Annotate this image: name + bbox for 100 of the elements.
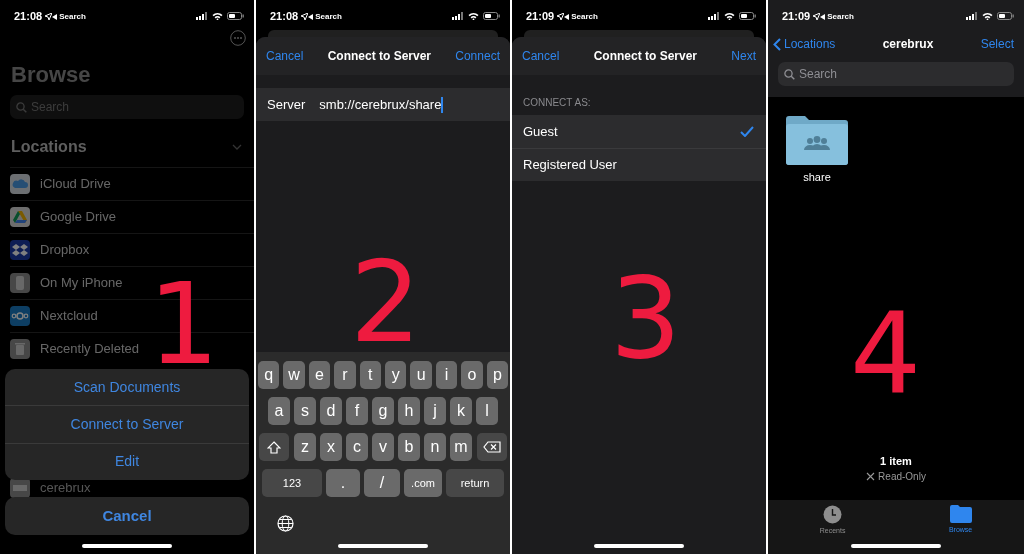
wifi-icon: [724, 12, 735, 20]
keyboard-key[interactable]: z: [294, 433, 316, 461]
keyboard-key[interactable]: o: [461, 361, 483, 389]
nextcloud-icon: [10, 306, 30, 326]
keyboard-key[interactable]: h: [398, 397, 420, 425]
action-button[interactable]: Next: [731, 47, 756, 65]
keyboard-key[interactable]: b: [398, 433, 420, 461]
action-sheet-option[interactable]: Connect to Server: [5, 405, 249, 443]
location-item[interactable]: Google Drive: [10, 200, 254, 233]
keyboard-key[interactable]: x: [320, 433, 342, 461]
keyboard-key[interactable]: l: [476, 397, 498, 425]
shift-icon: [267, 440, 281, 454]
keyboard-key[interactable]: v: [372, 433, 394, 461]
location-arrow-icon: [557, 13, 565, 20]
option-row[interactable]: Registered User: [512, 148, 766, 181]
signal-icon: [708, 12, 720, 20]
page-title: Browse: [10, 61, 92, 89]
read-only-label: Read-Only: [878, 470, 926, 484]
search-field[interactable]: Search: [778, 62, 1014, 86]
keyboard-key[interactable]: r: [334, 361, 356, 389]
keyboard-key[interactable]: u: [410, 361, 432, 389]
item-count: 1 item: [880, 453, 912, 469]
x-icon: [866, 472, 876, 481]
keyboard-key[interactable]: c: [346, 433, 368, 461]
cancel-button[interactable]: Cancel: [522, 47, 560, 65]
step-number: 4: [850, 297, 922, 409]
cloud-icon: [10, 174, 30, 194]
status-time: 21:08: [270, 10, 309, 23]
keyboard-key[interactable]: p: [486, 361, 509, 389]
trash-icon: [10, 339, 30, 359]
signal-icon: [452, 12, 464, 20]
signal-icon: [966, 12, 978, 20]
status-time: 21:08: [14, 10, 53, 23]
back-triangle-icon: [308, 14, 314, 20]
shift-key[interactable]: [259, 433, 289, 461]
wifi-icon: [212, 12, 223, 20]
keyboard-key[interactable]: f: [346, 397, 368, 425]
page-title: cerebrux: [882, 36, 934, 53]
back-triangle-icon: [564, 14, 570, 20]
keyboard-key[interactable]: .com: [404, 469, 442, 497]
folder-icon: [949, 505, 972, 523]
back-link[interactable]: Search: [564, 12, 598, 22]
keyboard-key[interactable]: k: [450, 397, 472, 425]
server-field[interactable]: smb://cerebrux/share: [319, 94, 444, 115]
step-number: 2: [350, 246, 422, 358]
section-header: CONNECT AS:: [522, 96, 592, 110]
keyboard-key[interactable]: a: [268, 397, 290, 425]
function-key[interactable]: return: [446, 469, 504, 497]
shared-folder-icon[interactable]: [786, 115, 848, 165]
keyboard-key[interactable]: n: [424, 433, 446, 461]
globe-icon[interactable]: [277, 515, 294, 532]
back-link[interactable]: Search: [52, 12, 86, 22]
search-icon: [16, 101, 27, 113]
keyboard-key[interactable]: d: [320, 397, 342, 425]
keyboard-key[interactable]: y: [385, 361, 407, 389]
keyboard-key[interactable]: e: [308, 361, 331, 389]
keyboard-key[interactable]: /: [364, 469, 400, 497]
signal-icon: [196, 12, 208, 20]
phone-icon: [10, 273, 30, 293]
keyboard-key[interactable]: g: [372, 397, 394, 425]
location-item[interactable]: Dropbox: [10, 233, 254, 266]
keyboard-key[interactable]: q: [257, 361, 280, 389]
wifi-icon: [468, 12, 479, 20]
keyboard-key[interactable]: s: [294, 397, 316, 425]
back-link[interactable]: Search: [308, 12, 342, 22]
back-link[interactable]: Search: [820, 12, 854, 22]
keyboard-key[interactable]: t: [359, 361, 381, 389]
action-sheet-option[interactable]: Edit: [5, 442, 249, 480]
delete-key[interactable]: [477, 433, 507, 461]
folder-name: share: [803, 170, 831, 185]
battery-icon: [997, 12, 1014, 20]
wifi-icon: [982, 12, 993, 20]
field-label: Server: [267, 95, 306, 114]
cancel-button[interactable]: Cancel: [5, 497, 249, 535]
keyboard-key[interactable]: j: [424, 397, 446, 425]
location-arrow-icon: [45, 13, 53, 20]
status-time: 21:09: [526, 10, 565, 23]
keyboard-key[interactable]: w: [283, 361, 305, 389]
chevron-left-icon: [773, 37, 781, 51]
select-button[interactable]: Select: [980, 35, 1014, 53]
keyboard-key[interactable]: m: [450, 433, 472, 461]
battery-icon: [227, 12, 244, 20]
cancel-button[interactable]: Cancel: [266, 47, 304, 65]
battery-icon: [739, 12, 756, 20]
location-arrow-icon: [301, 13, 309, 20]
keyboard-key[interactable]: .: [326, 469, 360, 497]
section-header: Locations: [11, 137, 87, 157]
location-item[interactable]: iCloud Drive: [10, 167, 254, 200]
clock-icon: [823, 505, 843, 524]
step-number: 3: [610, 262, 682, 374]
action-button[interactable]: Connect: [455, 47, 500, 65]
keyboard-key[interactable]: i: [435, 361, 458, 389]
back-triangle-icon: [52, 14, 58, 20]
option-row[interactable]: Guest: [512, 115, 766, 148]
battery-icon: [483, 12, 500, 20]
sheet-title: Connect to Server: [327, 48, 431, 65]
search-placeholder: Search: [799, 66, 838, 83]
back-button[interactable]: Locations: [773, 35, 836, 53]
function-key[interactable]: 123: [262, 469, 322, 497]
status-time: 21:09: [782, 10, 821, 23]
